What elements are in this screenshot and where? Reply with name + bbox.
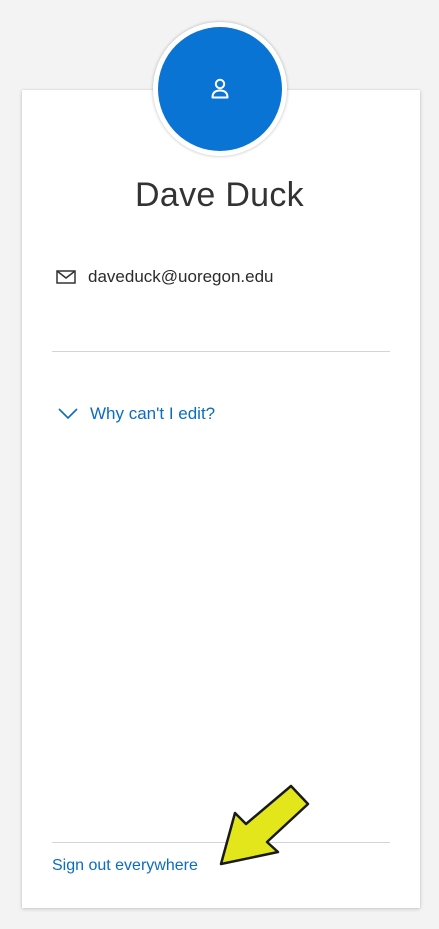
envelope-icon xyxy=(56,270,76,284)
why-cant-i-edit-label[interactable]: Why can't I edit? xyxy=(90,404,215,424)
sign-out-everywhere-link[interactable]: Sign out everywhere xyxy=(52,857,198,875)
email-row: daveduck@uoregon.edu xyxy=(56,267,274,287)
email-address: daveduck@uoregon.edu xyxy=(88,267,274,286)
chevron-down-icon xyxy=(58,408,78,420)
why-cant-i-edit-toggle[interactable]: Why can't I edit? xyxy=(58,404,215,424)
avatar xyxy=(158,27,282,151)
person-icon xyxy=(211,78,229,99)
arrow-annotation xyxy=(219,784,310,866)
profile-name: Dave Duck xyxy=(135,176,304,214)
divider-top xyxy=(52,351,390,352)
avatar-ring xyxy=(153,22,287,156)
